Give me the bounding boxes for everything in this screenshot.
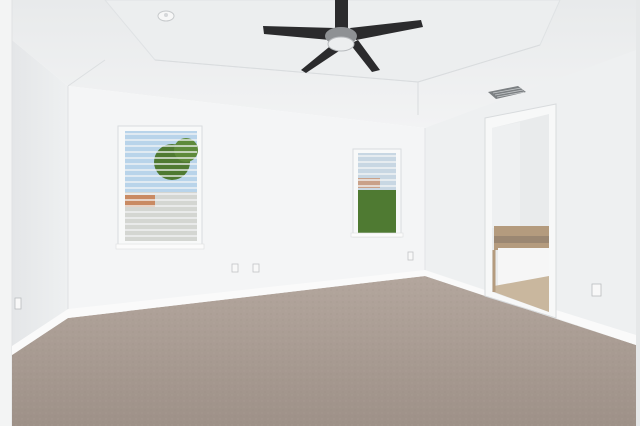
left-window (115, 125, 205, 250)
room-photo (0, 0, 640, 426)
bathroom-doorway (484, 103, 557, 319)
room-illustration (0, 0, 640, 426)
right-window (350, 148, 404, 238)
smoke-detector-icon (157, 10, 175, 22)
left-door-frame (0, 0, 12, 426)
